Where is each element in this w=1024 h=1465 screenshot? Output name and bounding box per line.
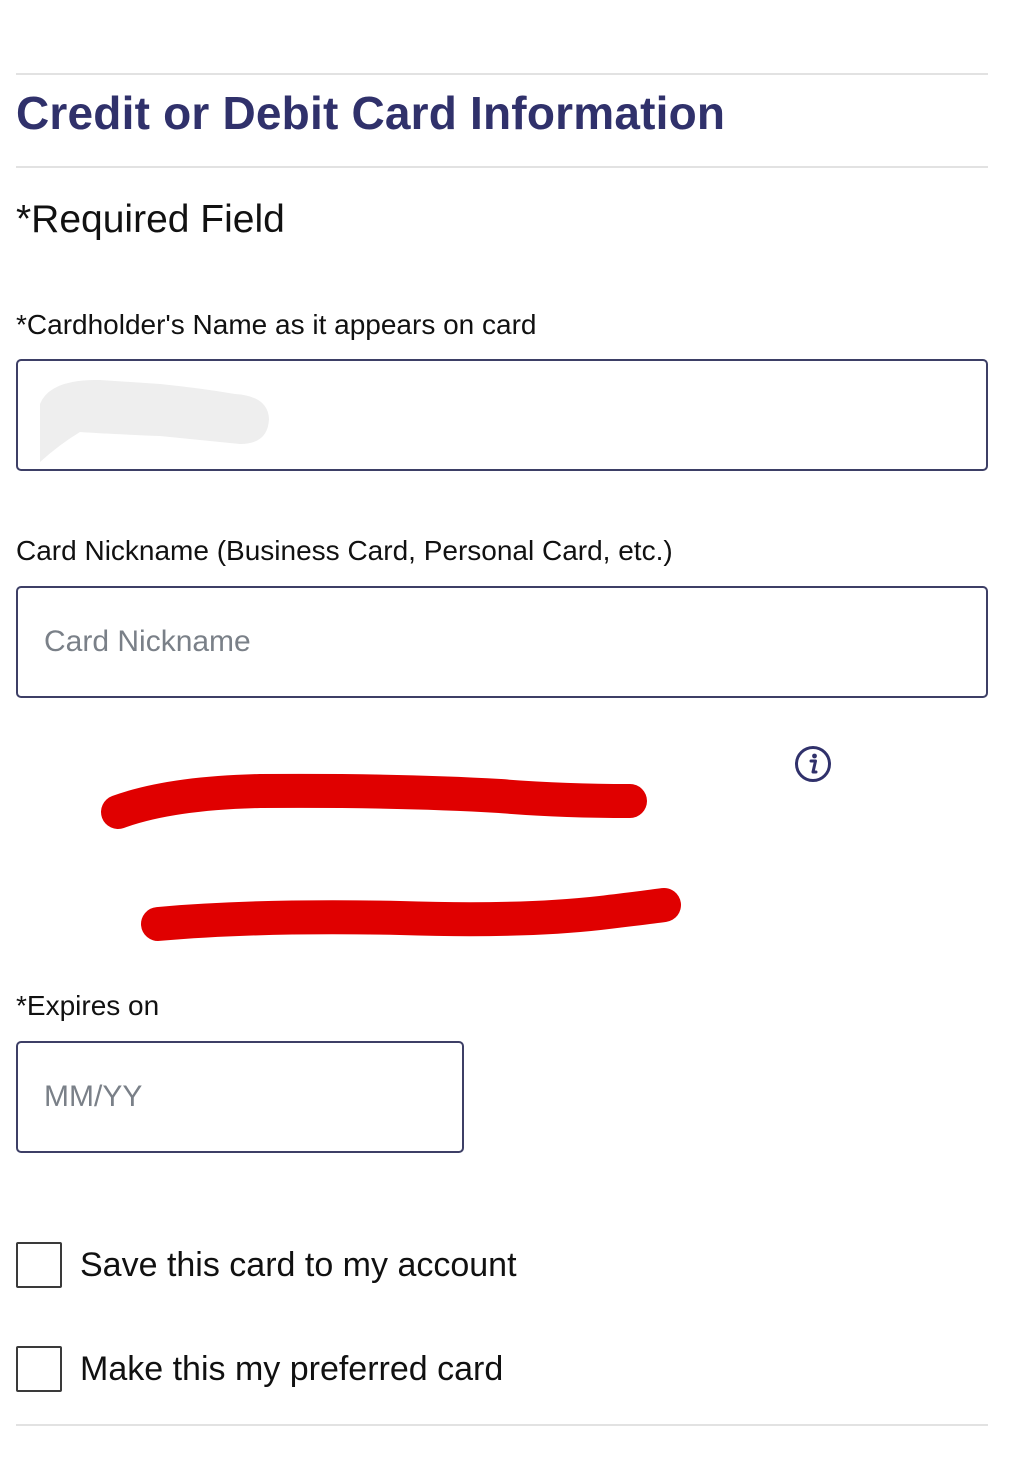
top-divider — [16, 73, 988, 75]
card-info-form: Credit or Debit Card Information *Requir… — [0, 0, 1024, 1465]
preferred-card-option[interactable]: Make this my preferred card — [16, 1345, 503, 1393]
redaction-marks — [101, 773, 681, 941]
redaction-stroke-2 — [141, 888, 681, 941]
preferred-card-label[interactable]: Make this my preferred card — [80, 1350, 503, 1389]
cardholder-name-input[interactable] — [16, 359, 988, 471]
save-card-checkbox[interactable] — [16, 1242, 62, 1288]
cardholder-name-label: *Cardholder's Name as it appears on card — [16, 309, 537, 340]
save-card-label[interactable]: Save this card to my account — [80, 1246, 517, 1285]
bottom-divider — [16, 1424, 988, 1426]
expires-on-label: *Expires on — [16, 990, 160, 1021]
expiry-date-input[interactable] — [16, 1041, 464, 1153]
section-title: Credit or Debit Card Information — [16, 87, 726, 139]
info-icon[interactable] — [794, 745, 832, 783]
preferred-card-checkbox[interactable] — [16, 1346, 62, 1392]
redaction-stroke-1 — [101, 773, 647, 829]
required-field-note: *Required Field — [16, 198, 285, 241]
card-nickname-label: Card Nickname (Business Card, Personal C… — [16, 535, 673, 566]
title-divider — [16, 166, 988, 168]
card-nickname-input[interactable] — [16, 586, 988, 698]
save-card-option[interactable]: Save this card to my account — [16, 1241, 517, 1289]
